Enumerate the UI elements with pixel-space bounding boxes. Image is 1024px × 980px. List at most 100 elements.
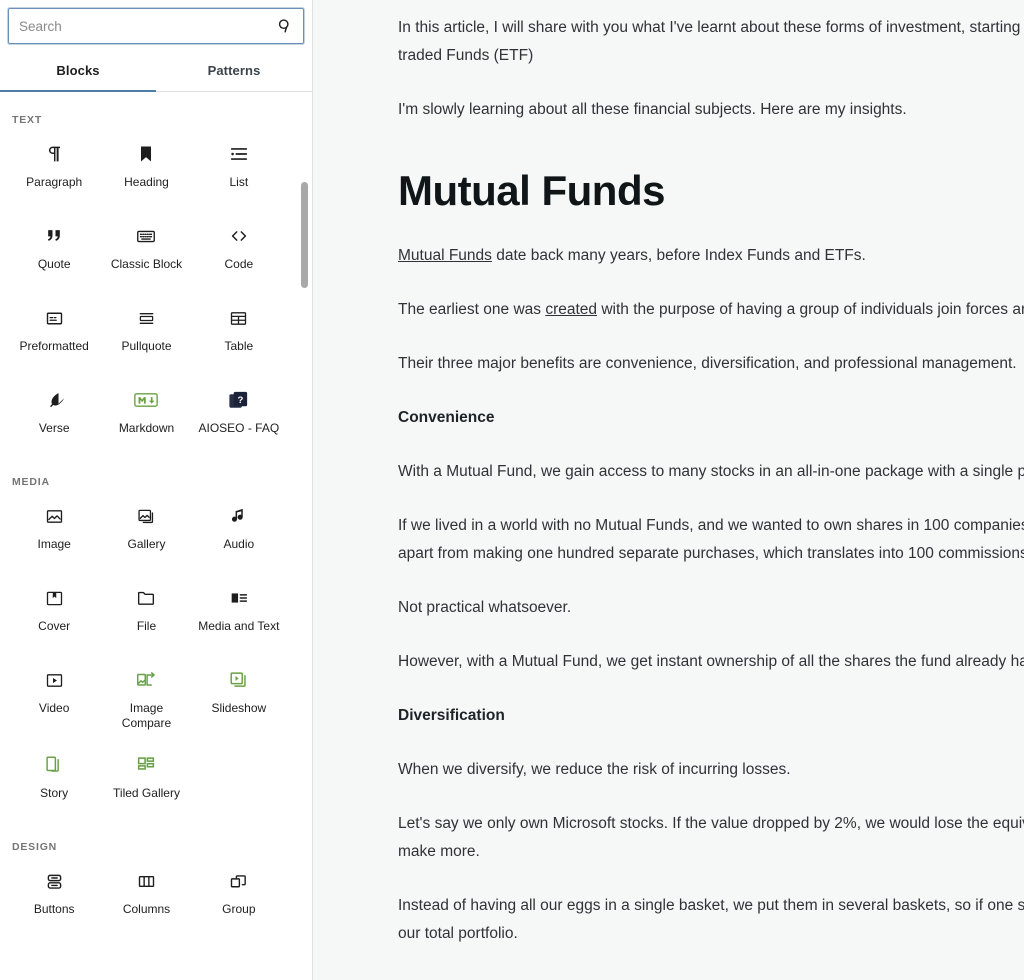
block-label: Image bbox=[37, 537, 71, 551]
created-link[interactable]: created bbox=[545, 301, 597, 318]
block-item-paragraph[interactable]: Paragraph bbox=[8, 126, 100, 208]
file-folder-icon bbox=[134, 586, 158, 610]
block-item-preformatted[interactable]: Preformatted bbox=[8, 290, 100, 372]
block-item-file[interactable]: File bbox=[100, 570, 192, 652]
paragraph-block[interactable]: If we lived in a world with no Mutual Fu… bbox=[398, 512, 1024, 568]
paragraph-block[interactable]: Let's say we only own Microsoft stocks. … bbox=[398, 810, 1024, 866]
paragraph-block[interactable]: When we diversify, we reduce the risk of… bbox=[398, 756, 1024, 784]
block-label: Slideshow bbox=[211, 701, 267, 715]
page-title: Mutual Funds bbox=[398, 167, 665, 214]
code-brackets-icon bbox=[227, 224, 251, 248]
paragraph-block[interactable]: Mutual Funds date back many years, befor… bbox=[398, 242, 1024, 270]
tab-blocks[interactable]: Blocks bbox=[0, 50, 156, 92]
paragraph-text: That is the point of diversification. bbox=[398, 974, 1024, 980]
tab-patterns[interactable]: Patterns bbox=[156, 50, 312, 91]
block-inserter-panel: Blocks Patterns TEXT Paragraph bbox=[0, 0, 313, 980]
block-label: File bbox=[136, 619, 157, 633]
image-icon bbox=[42, 504, 66, 528]
paragraph-block[interactable]: However, with a Mutual Fund, we get inst… bbox=[398, 648, 1024, 676]
block-item-columns[interactable]: Columns bbox=[100, 853, 192, 935]
audio-note-icon bbox=[227, 504, 251, 528]
block-label: Tiled Gallery bbox=[113, 786, 180, 800]
block-label: Buttons bbox=[33, 902, 75, 916]
block-label: Code bbox=[224, 257, 254, 271]
block-item-list[interactable]: List bbox=[193, 126, 285, 208]
block-item-story[interactable]: Story bbox=[8, 737, 100, 819]
heading-block[interactable]: Mutual Funds bbox=[398, 166, 1024, 216]
paragraph-block[interactable]: With a Mutual Fund, we gain access to ma… bbox=[398, 458, 1024, 486]
search-input[interactable] bbox=[9, 9, 303, 43]
sidebar-scrollbar-thumb[interactable] bbox=[301, 182, 308, 288]
paragraph-text: With a Mutual Fund, we gain access to ma… bbox=[398, 463, 1024, 480]
editor-app: Blocks Patterns TEXT Paragraph bbox=[0, 0, 1024, 980]
keyboard-icon bbox=[134, 224, 158, 248]
block-grid-design: Buttons Columns Group bbox=[0, 853, 293, 935]
block-grid-text: Paragraph Heading List Quote Classic Blo… bbox=[0, 126, 293, 454]
post-content: In this article, I will share with you w… bbox=[313, 14, 1024, 980]
block-item-aioseo-faq[interactable]: ? AIOSEO - FAQ bbox=[193, 372, 285, 454]
block-item-slideshow[interactable]: Slideshow bbox=[193, 652, 285, 737]
block-item-image[interactable]: Image bbox=[8, 488, 100, 570]
block-item-group[interactable]: Group bbox=[193, 853, 285, 935]
block-label: Markdown bbox=[118, 421, 175, 435]
svg-text:?: ? bbox=[238, 394, 244, 405]
paragraph-text: In this article, I will share with you w… bbox=[398, 19, 1024, 36]
paragraph-block[interactable]: I'm slowly learning about all these fina… bbox=[398, 96, 1024, 124]
block-label: Quote bbox=[37, 257, 71, 271]
block-item-code[interactable]: Code bbox=[193, 208, 285, 290]
heading-bookmark-icon bbox=[134, 142, 158, 166]
paragraph-text: Mutual Funds date back many years, befor… bbox=[398, 242, 1024, 270]
block-item-pullquote[interactable]: Pullquote bbox=[100, 290, 192, 372]
block-label: AIOSEO - FAQ bbox=[198, 421, 280, 435]
block-item-heading[interactable]: Heading bbox=[100, 126, 192, 208]
block-label: Media and Text bbox=[198, 619, 280, 633]
block-label: Group bbox=[222, 902, 256, 916]
block-item-audio[interactable]: Audio bbox=[193, 488, 285, 570]
block-label: Gallery bbox=[127, 537, 166, 551]
paragraph-block[interactable]: Their three major benefits are convenien… bbox=[398, 350, 1024, 378]
paragraph-text: Their three major benefits are convenien… bbox=[398, 355, 1017, 372]
block-item-tiled-gallery[interactable]: Tiled Gallery bbox=[100, 737, 192, 819]
paragraph-text: When we diversify, we reduce the risk of… bbox=[398, 761, 791, 778]
block-label: Columns bbox=[122, 902, 171, 916]
paragraph-text: I'm slowly learning about all these fina… bbox=[398, 101, 907, 118]
paragraph-block[interactable]: Not practical whatsoever. bbox=[398, 594, 1024, 622]
sidebar-scrollbar[interactable] bbox=[301, 180, 308, 980]
block-item-buttons[interactable]: Buttons bbox=[8, 853, 100, 935]
inserter-tabs: Blocks Patterns bbox=[0, 50, 312, 92]
markdown-icon bbox=[134, 388, 159, 412]
paragraph-text: If we lived in a world with no Mutual Fu… bbox=[398, 517, 1024, 534]
block-label: Cover bbox=[38, 619, 71, 633]
block-item-image-compare[interactable]: Image Compare bbox=[100, 652, 192, 737]
aioseo-faq-icon: ? bbox=[227, 388, 251, 412]
block-item-verse[interactable]: Verse bbox=[8, 372, 100, 454]
paragraph-block[interactable]: In this article, I will share with you w… bbox=[398, 14, 1024, 70]
paragraph-block[interactable]: Instead of having all our eggs in a sing… bbox=[398, 892, 1024, 948]
paragraph-text: The earliest one was created with the pu… bbox=[398, 296, 1024, 324]
block-item-media-and-text[interactable]: Media and Text bbox=[193, 570, 285, 652]
paragraph-block[interactable]: That is the point of diversification. bbox=[398, 974, 1024, 980]
verse-pen-icon bbox=[42, 388, 66, 412]
paragraph-icon bbox=[42, 142, 66, 166]
paragraph-block[interactable]: The earliest one was created with the pu… bbox=[398, 296, 1024, 324]
block-list-scroll-area[interactable]: TEXT Paragraph Heading List Quote Classi… bbox=[0, 92, 312, 980]
block-label: Story bbox=[40, 786, 69, 800]
block-label: Preformatted bbox=[19, 339, 89, 353]
paragraph-block-bold[interactable]: Convenience bbox=[398, 404, 1024, 432]
block-item-classic-block[interactable]: Classic Block bbox=[100, 208, 192, 290]
search-box[interactable] bbox=[8, 8, 304, 44]
block-item-table[interactable]: Table bbox=[193, 290, 285, 372]
search-icon[interactable] bbox=[276, 17, 294, 35]
block-item-markdown[interactable]: Markdown bbox=[100, 372, 192, 454]
paragraph-text: Not practical whatsoever. bbox=[398, 599, 572, 616]
block-item-quote[interactable]: Quote bbox=[8, 208, 100, 290]
block-label: Table bbox=[224, 339, 254, 353]
block-item-video[interactable]: Video bbox=[8, 652, 100, 737]
block-item-cover[interactable]: Cover bbox=[8, 570, 100, 652]
post-editor-canvas[interactable]: In this article, I will share with you w… bbox=[313, 0, 1024, 980]
paragraph-text-rest: date back many years, before Index Funds… bbox=[491, 247, 866, 264]
mutual-funds-link[interactable]: Mutual Funds bbox=[398, 247, 492, 264]
list-icon bbox=[227, 142, 251, 166]
block-item-gallery[interactable]: Gallery bbox=[100, 488, 192, 570]
paragraph-block-bold[interactable]: Diversification bbox=[398, 702, 1024, 730]
